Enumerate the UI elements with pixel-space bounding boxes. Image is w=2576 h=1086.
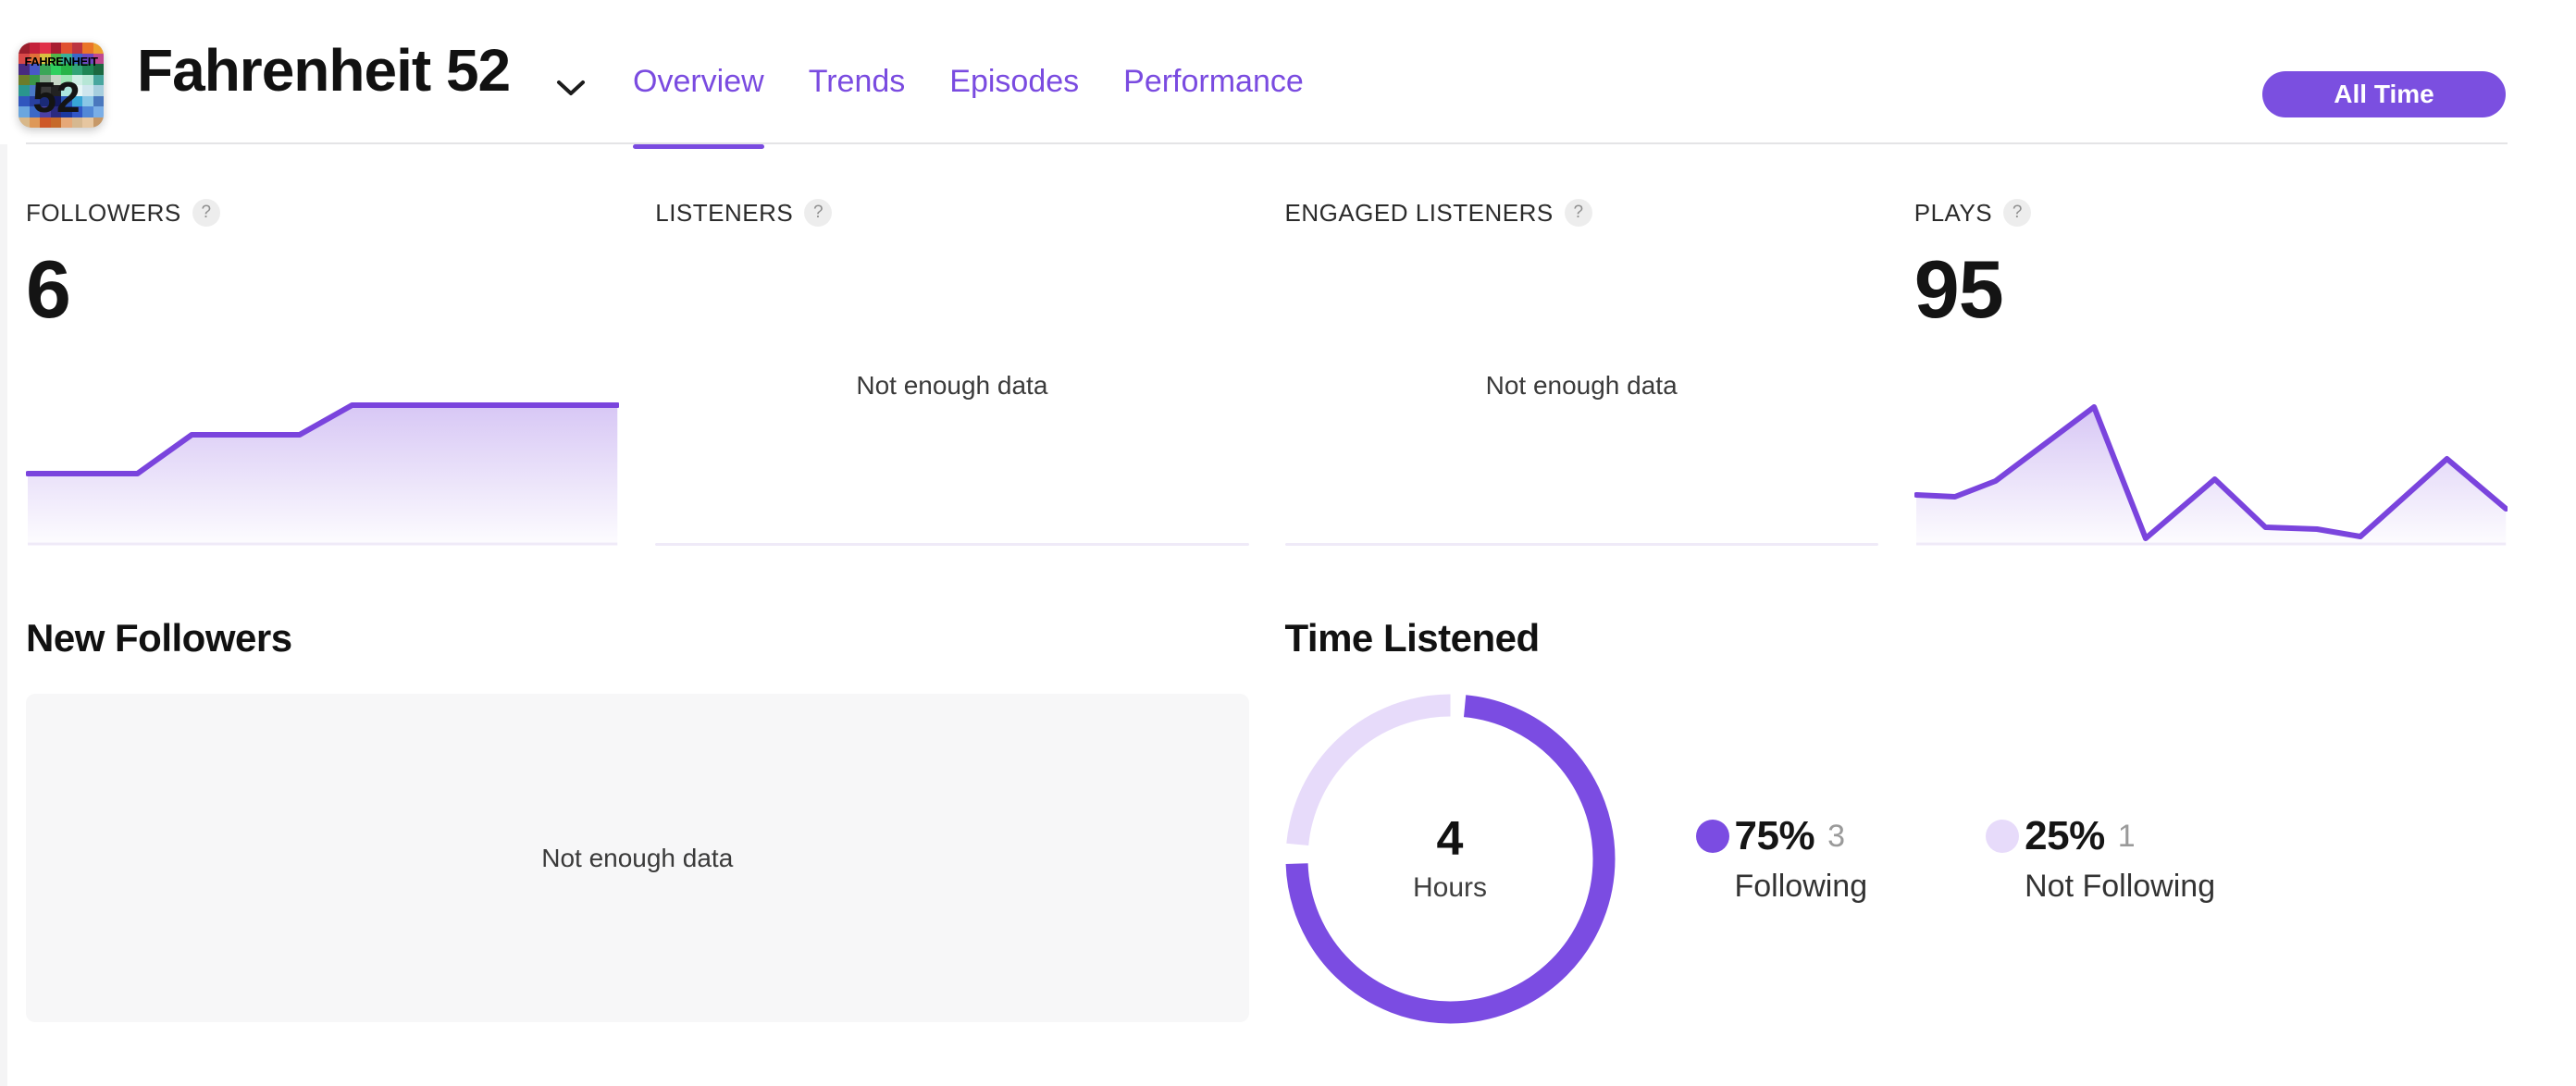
stat-value: 6 xyxy=(26,243,71,335)
stat-label: PLAYS xyxy=(1913,198,1993,227)
legend-item-following: 75% 3 Following xyxy=(1695,813,1868,905)
followers-sparkline-chart xyxy=(26,402,620,546)
help-icon[interactable]: ? xyxy=(1564,199,1592,227)
stat-card-engaged-listeners: ENGAGED LISTENERS ? Not enough data xyxy=(1284,197,1878,546)
stat-head: LISTENERS ? xyxy=(655,197,1248,228)
mosaic-cell xyxy=(93,43,104,54)
header-divider xyxy=(26,142,2508,144)
mosaic-cell xyxy=(29,43,40,54)
mosaic-cell xyxy=(93,74,104,85)
mosaic-cell xyxy=(82,43,93,54)
stat-label: LISTENERS xyxy=(655,198,794,227)
legend-label: Following xyxy=(1734,869,1868,904)
help-icon[interactable]: ? xyxy=(2003,199,2032,227)
mosaic-cell xyxy=(61,43,72,54)
legend-percent: 75% xyxy=(1734,813,1815,858)
mosaic-cell xyxy=(50,43,61,54)
stat-card-listeners: LISTENERS ? Not enough data xyxy=(655,197,1249,546)
stat-label: ENGAGED LISTENERS xyxy=(1284,198,1554,227)
section-title-new-followers: New Followers xyxy=(26,616,292,660)
tab-performance[interactable]: Performance xyxy=(1123,14,1304,149)
chart-baseline xyxy=(655,543,1249,546)
mosaic-cell xyxy=(93,106,104,117)
donut-center: 4 Hours xyxy=(1285,694,1616,1024)
legend-dot-following xyxy=(1695,820,1729,853)
tab-trends[interactable]: Trends xyxy=(809,14,906,149)
legend-top: 75% 3 xyxy=(1695,813,1868,859)
stat-card-plays: PLAYS ? 95 xyxy=(1913,197,2508,546)
chevron-down-icon[interactable] xyxy=(555,78,587,103)
legend-item-not-following: 25% 1 Not Following xyxy=(1986,813,2215,905)
help-icon[interactable]: ? xyxy=(804,199,833,227)
time-listened-donut-chart: 4 Hours xyxy=(1285,694,1616,1024)
legend-percent: 25% xyxy=(2025,813,2105,858)
cover-art-number-text: 52 xyxy=(32,73,80,121)
new-followers-section: New Followers Not enough data xyxy=(26,614,1249,1024)
nav-tabs: Overview Trends Episodes Performance xyxy=(633,0,1304,154)
mosaic-cell xyxy=(82,117,93,128)
stat-value: 95 xyxy=(1913,243,2004,335)
time-listened-section: Time Listened 4 Hours 75% 3 Following 25… xyxy=(1285,614,2508,1024)
mosaic-cell xyxy=(40,43,51,54)
tab-episodes[interactable]: Episodes xyxy=(949,14,1079,149)
empty-state-text: Not enough data xyxy=(541,843,734,872)
window-edge xyxy=(0,0,7,1086)
stat-head: PLAYS ? xyxy=(1914,197,2508,228)
mosaic-cell xyxy=(93,85,104,96)
mosaic-cell xyxy=(93,117,104,128)
time-filter-button[interactable]: All Time xyxy=(2262,71,2506,117)
stat-head: FOLLOWERS ? xyxy=(26,197,619,228)
legend-dot-not-following xyxy=(1986,820,2020,853)
empty-state-text: Not enough data xyxy=(856,371,1048,400)
empty-state-text: Not enough data xyxy=(1485,371,1678,400)
section-title-time-listened: Time Listened xyxy=(1284,616,1541,660)
donut-legend: 75% 3 Following 25% 1 Not Following xyxy=(1695,813,2215,905)
podcast-cover-art: FAHRENHEIT 52 xyxy=(19,43,104,128)
legend-count: 3 xyxy=(1827,818,1845,854)
time-listened-body: 4 Hours 75% 3 Following 25% 1 Not Follow… xyxy=(1285,694,2508,1024)
legend-top: 25% 1 xyxy=(1986,813,2215,859)
donut-center-label: Hours xyxy=(1412,871,1488,903)
legend-count: 1 xyxy=(2117,818,2136,854)
plays-sparkline-chart xyxy=(1913,404,2508,546)
new-followers-empty-card: Not enough data xyxy=(26,694,1249,1022)
header: FAHRENHEIT 52 Fahrenheit 52 Overview Tre… xyxy=(0,0,2576,149)
tab-overview[interactable]: Overview xyxy=(633,14,764,149)
cover-art-title-text: FAHRENHEIT xyxy=(24,55,98,68)
legend-label: Not Following xyxy=(2025,869,2216,904)
chart-baseline xyxy=(1284,543,1878,546)
stat-head: ENGAGED LISTENERS ? xyxy=(1285,197,1878,228)
stat-label: FOLLOWERS xyxy=(26,198,181,227)
stats-row: FOLLOWERS ? 6 LISTENERS ? Not enough dat… xyxy=(26,197,2508,546)
help-icon[interactable]: ? xyxy=(192,199,220,227)
show-title[interactable]: Fahrenheit 52 xyxy=(137,41,511,100)
mosaic-cell xyxy=(71,43,82,54)
stat-card-followers: FOLLOWERS ? 6 xyxy=(26,197,620,546)
mosaic-cell xyxy=(19,43,30,54)
bottom-sections: New Followers Not enough data Time Liste… xyxy=(26,614,2508,1024)
mosaic-cell xyxy=(19,117,30,128)
donut-center-value: 4 xyxy=(1436,811,1464,866)
mosaic-cell xyxy=(93,95,104,106)
